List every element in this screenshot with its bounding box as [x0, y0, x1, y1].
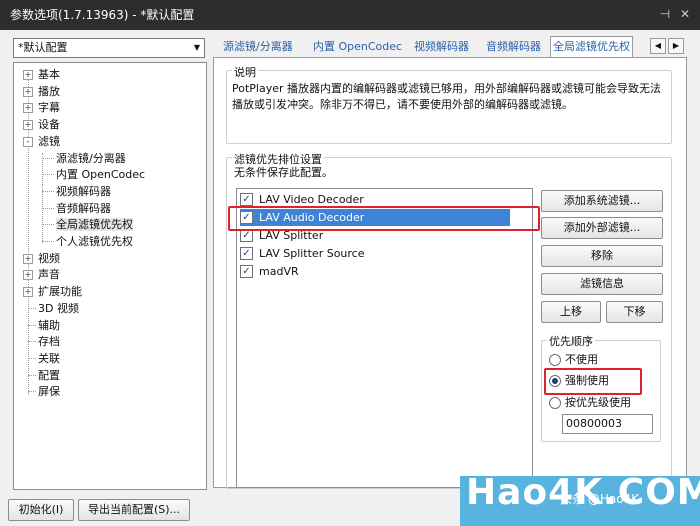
tree-item[interactable]: 3D 视频	[28, 300, 79, 317]
tab-source-filters[interactable]: 源滤镜/分离器	[221, 37, 295, 56]
tree-item[interactable]: 内置 OpenCodec	[42, 166, 146, 183]
settings-tree: + 基本 + 播放 + 字幕 + 设备 - 滤镜 源滤镜/分离器 内置 OpenCodec 视频解码器音…	[13, 62, 207, 490]
tab-global-filter-priority[interactable]: 全局滤镜优先权	[550, 36, 633, 57]
tree-item-label: 源滤镜/分离器	[56, 151, 126, 165]
tree-item-label: 字幕	[38, 101, 60, 115]
tree-item[interactable]: + 字幕	[23, 99, 60, 116]
filter-list[interactable]: ✓ LAV Video Decoder ✓ LAV Audio Decoder …	[236, 188, 533, 488]
tree-item[interactable]: + 视频	[23, 250, 60, 267]
tree-item[interactable]: + 扩展功能	[23, 283, 82, 300]
tab-video-decoder[interactable]: 视频解码器	[412, 37, 471, 56]
chevron-right-icon[interactable]: ▶	[668, 38, 684, 54]
priority-order-legend: 优先顺序	[547, 333, 595, 349]
preset-value: *默认配置	[18, 41, 68, 54]
tree-item[interactable]: 关联	[28, 350, 60, 367]
tree-item[interactable]: 存档	[28, 333, 60, 350]
radio-circle	[549, 397, 561, 409]
filter-item-label: madVR	[259, 265, 299, 278]
tree-item[interactable]: + 设备	[23, 116, 60, 133]
tree-item-label: 声音	[38, 268, 60, 282]
tree-item-label: 设备	[38, 118, 60, 132]
tree-item-label: 个人滤镜优先权	[56, 235, 133, 248]
expand-icon[interactable]: +	[23, 70, 33, 80]
tab-bar: 源滤镜/分离器 内置 OpenCodec 视频解码器 音频解码器 全局滤镜优先权…	[213, 36, 698, 57]
filter-checkbox[interactable]: ✓	[240, 247, 253, 260]
chevron-left-icon[interactable]: ◀	[650, 38, 666, 54]
tab-builtin-opencodec[interactable]: 内置 OpenCodec	[311, 37, 404, 56]
tree-item[interactable]: + 声音	[23, 266, 60, 283]
pin-icon[interactable]: ⊣	[658, 7, 672, 21]
tree-item[interactable]: - 滤镜	[23, 133, 60, 150]
tree-item-label: 全局滤镜优先权	[56, 218, 133, 232]
description-line-2: 播放或引发冲突。除非万不得已，请不要使用外部的编解码器或滤镜。	[232, 98, 573, 111]
expand-icon[interactable]: +	[23, 287, 33, 298]
remove-button[interactable]: 移除	[541, 245, 663, 267]
expand-icon[interactable]: +	[23, 86, 33, 97]
tree-item[interactable]: 屏保	[28, 383, 60, 400]
tree-item-label: 扩展功能	[38, 285, 82, 299]
tree-item-label: 内置 OpenCodec	[56, 168, 146, 182]
chevron-down-icon: ▼	[193, 43, 200, 52]
tree-item-label: 辅助	[38, 318, 60, 332]
tree-item-label: 3D 视频	[38, 301, 79, 315]
tree-item[interactable]: 视频解码器	[42, 183, 111, 200]
tree-item[interactable]: 配置	[28, 367, 60, 384]
radio-label: 按优先级使用	[565, 396, 631, 409]
move-down-button[interactable]: 下移	[606, 301, 663, 323]
tree-item[interactable]: 源滤镜/分离器	[42, 150, 126, 167]
options-window: 参数选项(1.7.13963) - *默认配置 ⊣ ✕ *默认配置 ▼ + 基本 +…	[0, 0, 700, 526]
filter-checkbox[interactable]: ✓	[240, 265, 253, 278]
tree-item-label: 音频解码器	[56, 201, 111, 215]
initialize-button[interactable]: 初始化(I)	[8, 499, 74, 521]
tree-item[interactable]: 全局滤镜优先权	[42, 216, 133, 233]
tree-item-label: 配置	[38, 368, 60, 382]
title-bar: 参数选项(1.7.13963) - *默认配置 ⊣ ✕	[0, 0, 700, 30]
description-line-1: PotPlayer 播放器内置的编解码器或滤镜已够用，用外部编解码器或滤镜可能会…	[232, 82, 662, 95]
highlight-frame	[228, 206, 540, 231]
priority-note: 无条件保存此配置。	[234, 166, 333, 179]
export-config-button[interactable]: 导出当前配置(S)...	[78, 499, 190, 521]
filter-item-label: LAV Splitter Source	[259, 247, 365, 260]
tree-item-label: 滤镜	[38, 134, 60, 148]
tree-item-label: 播放	[38, 84, 60, 98]
radio-label: 不使用	[565, 353, 598, 366]
tree-item-label: 关联	[38, 351, 60, 365]
highlight-frame	[544, 368, 642, 395]
tab-audio-decoder[interactable]: 音频解码器	[484, 37, 543, 56]
filter-checkbox[interactable]: ✓	[240, 193, 253, 206]
radio-circle	[549, 354, 561, 366]
tree-item-label: 存档	[38, 335, 60, 349]
move-up-button[interactable]: 上移	[541, 301, 601, 323]
priority-value-field[interactable]: 00800003	[562, 414, 653, 434]
description-legend: 说明	[232, 64, 258, 80]
tree-item-label: 屏保	[38, 385, 60, 399]
expand-icon[interactable]: +	[23, 253, 33, 264]
preset-select[interactable]: *默认配置 ▼	[13, 38, 205, 58]
expand-icon[interactable]: +	[23, 120, 33, 131]
close-icon[interactable]: ✕	[678, 7, 692, 21]
tree-item-label: 视频	[38, 251, 60, 265]
tree-item[interactable]: + 播放	[23, 83, 60, 100]
tree-item[interactable]: + 基本	[23, 66, 60, 83]
collapse-icon[interactable]: -	[23, 136, 33, 147]
tree-item[interactable]: 音频解码器	[42, 200, 111, 217]
expand-icon[interactable]: +	[23, 103, 33, 114]
add-external-filter-button[interactable]: 添加外部滤镜...	[541, 217, 663, 239]
tree-item-label: 视频解码器	[56, 184, 111, 198]
expand-icon[interactable]: +	[23, 270, 33, 281]
filter-info-button[interactable]: 滤镜信息	[541, 273, 663, 295]
add-system-filter-button[interactable]: 添加系统滤镜...	[541, 190, 663, 212]
window-title: 参数选项(1.7.13963) - *默认配置	[10, 8, 195, 22]
watermark-sub: 头条 @Hao4K	[560, 492, 640, 506]
tree-item[interactable]: 辅助	[28, 317, 60, 334]
tree-item-label: 基本	[38, 68, 60, 81]
tree-item[interactable]: 个人滤镜优先权	[42, 233, 133, 250]
